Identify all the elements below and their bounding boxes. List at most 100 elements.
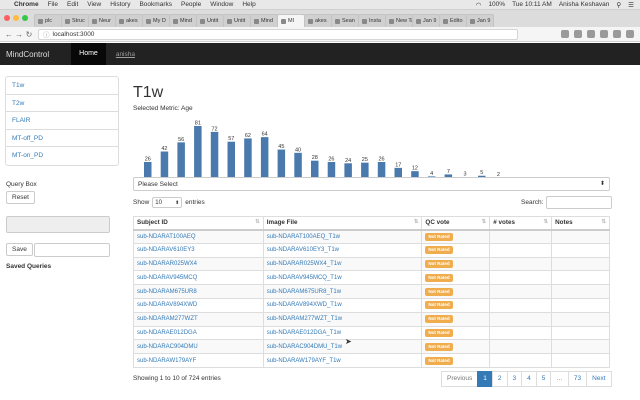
sidebar-item-t2w[interactable]: T2w — [6, 95, 118, 112]
table-row[interactable]: sub-NDARAC904DMU sub-NDARAC904DMU_T1w Not … — [133, 339, 610, 355]
table-cell[interactable]: sub-NDARAV945MCQ_T1w — [262, 270, 423, 286]
browser-tab[interactable]: plc — [34, 14, 62, 27]
column-header[interactable]: Subject ID ⇅ — [133, 216, 264, 231]
sidebar-item-mt-off-pd[interactable]: MT-off_PD — [6, 130, 118, 147]
table-cell[interactable]: sub-NDARAT100AEQ — [133, 229, 264, 244]
browser-tab[interactable]: akes — [115, 14, 143, 27]
table-cell[interactable]: sub-NDARAM277WZT_T1w — [262, 311, 423, 327]
table-cell[interactable]: sub-NDARAW179AYF — [133, 353, 264, 368]
histogram-bar[interactable] — [260, 137, 269, 179]
minimize-window-icon[interactable] — [13, 15, 19, 21]
browser-tab[interactable]: Untit — [196, 14, 224, 27]
page-button[interactable]: 4 — [521, 371, 537, 387]
extension-icon[interactable] — [626, 30, 634, 38]
table-cell[interactable]: sub-NDARAW179AYF_T1w — [262, 353, 423, 368]
clock[interactable]: Tue 10:11 AM — [512, 1, 552, 8]
column-header[interactable]: Image File ⇅ — [262, 216, 423, 231]
sidebar-item-flair[interactable]: FLAIR — [6, 112, 118, 130]
table-cell[interactable]: sub-NDARAM675UR8 — [133, 284, 264, 299]
save-query-input[interactable] — [34, 243, 110, 257]
browser-tab[interactable]: Sean — [331, 14, 359, 27]
browser-tab[interactable]: Mind — [169, 14, 197, 27]
reset-button[interactable]: Reset — [6, 191, 35, 204]
url-input[interactable]: ⓘ localhost:3000 — [38, 28, 518, 40]
browser-tab[interactable]: My D — [142, 14, 170, 27]
table-cell[interactable]: sub-NDARAE012DGA — [133, 325, 264, 341]
histogram-bar[interactable] — [210, 131, 219, 179]
extension-icon[interactable] — [574, 30, 582, 38]
browser-tab[interactable]: Insta — [358, 14, 386, 27]
histogram-bar[interactable] — [194, 126, 202, 179]
table-cell[interactable]: sub-NDARAV945MCQ — [133, 270, 264, 286]
table-row[interactable]: sub-NDARAW179AYF sub-NDARAW179AYF_T1w Not … — [133, 353, 610, 368]
extension-icon[interactable] — [561, 30, 569, 38]
browser-tab[interactable]: Struc — [61, 14, 89, 27]
page-button[interactable]: 1 — [477, 371, 493, 387]
histogram-bar[interactable] — [277, 149, 286, 179]
wifi-icon[interactable]: ◠ — [476, 1, 482, 9]
browser-tab[interactable]: Jan 9 — [412, 14, 440, 27]
column-header[interactable]: QC vote ⇅ — [421, 216, 491, 231]
page-button[interactable]: … — [550, 371, 569, 387]
table-cell[interactable]: sub-NDARAR025WX4_T1w — [262, 256, 423, 272]
maximize-window-icon[interactable] — [22, 15, 28, 21]
table-row[interactable]: sub-NDARAR025WX4 sub-NDARAR025WX4_T1w Not … — [133, 256, 610, 272]
table-cell[interactable]: sub-NDARAC904DMU_T1w — [262, 339, 423, 355]
page-button[interactable]: Previous — [441, 371, 479, 387]
menu-file[interactable]: File — [48, 1, 58, 8]
close-window-icon[interactable] — [4, 15, 10, 21]
metric-select[interactable]: Please Select ⬍ — [133, 177, 610, 191]
table-row[interactable]: sub-NDARAE012DGA sub-NDARAE012DGA_T1w Not … — [133, 325, 610, 341]
browser-tab[interactable]: MI — [277, 14, 305, 27]
save-button[interactable]: Save — [6, 243, 33, 256]
menu-list-icon[interactable]: ☰ — [628, 1, 634, 9]
table-cell[interactable]: sub-NDARAM277WZT — [133, 311, 264, 327]
histogram-bar[interactable] — [244, 138, 252, 179]
search-input[interactable] — [546, 196, 613, 209]
extension-icon[interactable] — [600, 30, 608, 38]
table-row[interactable]: sub-NDARAT100AEQ sub-NDARAT100AEQ_T1w Not … — [133, 229, 610, 244]
browser-tab[interactable]: Neur — [88, 14, 116, 27]
table-cell[interactable]: sub-NDARAV894XWD — [133, 297, 264, 313]
menu-edit[interactable]: Edit — [67, 1, 78, 8]
table-cell[interactable]: sub-NDARAV894XWD_T1w — [262, 297, 423, 313]
menu-people[interactable]: People — [181, 1, 201, 8]
sidebar-item-t1w[interactable]: T1w — [6, 77, 118, 95]
forward-icon[interactable]: → — [14, 30, 24, 39]
nav-home[interactable]: Home — [71, 43, 106, 65]
histogram-bar[interactable] — [227, 141, 236, 179]
column-header[interactable]: # votes ⇅ — [489, 216, 553, 231]
table-cell[interactable]: sub-NDARAR025WX4 — [133, 256, 264, 272]
table-cell[interactable]: sub-NDARAV610EY3 — [133, 242, 264, 258]
page-button[interactable]: 73 — [567, 371, 588, 387]
browser-tab[interactable]: Jan 9 — [466, 14, 494, 27]
browser-tab[interactable]: New Tab — [385, 14, 413, 27]
page-button[interactable]: 5 — [535, 371, 552, 387]
browser-tab[interactable]: Edito — [439, 14, 467, 27]
menu-view[interactable]: View — [87, 1, 101, 8]
battery-level[interactable]: 100% — [488, 1, 505, 8]
sidebar-item-mt-on-pd[interactable]: MT-on_PD — [6, 147, 118, 165]
table-cell[interactable]: sub-NDARAE012DGA_T1w — [262, 325, 423, 341]
menu-history[interactable]: History — [110, 1, 130, 8]
nav-user-dropdown[interactable]: anisha — [116, 51, 135, 58]
menu-app[interactable]: Chrome — [14, 1, 39, 8]
menu-bookmarks[interactable]: Bookmarks — [139, 1, 172, 8]
table-cell[interactable]: sub-NDARAV610EY3_T1w — [262, 242, 423, 258]
table-row[interactable]: sub-NDARAV894XWD sub-NDARAV894XWD_T1w Not … — [133, 297, 610, 313]
browser-tab[interactable]: Mind — [250, 14, 278, 27]
table-cell[interactable]: sub-NDARAT100AEQ_T1w — [262, 229, 423, 244]
browser-tab[interactable]: akes — [304, 14, 332, 27]
back-icon[interactable]: ← — [4, 30, 14, 39]
histogram-bar[interactable] — [160, 151, 169, 179]
table-row[interactable]: sub-NDARAV610EY3 sub-NDARAV610EY3_T1w Not … — [133, 242, 610, 258]
table-cell[interactable]: sub-NDARAC904DMU — [133, 339, 264, 355]
user-name[interactable]: Anisha Keshavan — [559, 1, 610, 8]
reload-icon[interactable]: ↻ — [24, 30, 34, 39]
menu-help[interactable]: Help — [242, 1, 255, 8]
page-button[interactable]: 2 — [491, 371, 508, 387]
table-row[interactable]: sub-NDARAM277WZT sub-NDARAM277WZT_T1w Not … — [133, 311, 610, 327]
page-button[interactable]: Next — [586, 371, 612, 387]
extension-icon[interactable] — [587, 30, 595, 38]
brand[interactable]: MindControl — [6, 50, 49, 59]
